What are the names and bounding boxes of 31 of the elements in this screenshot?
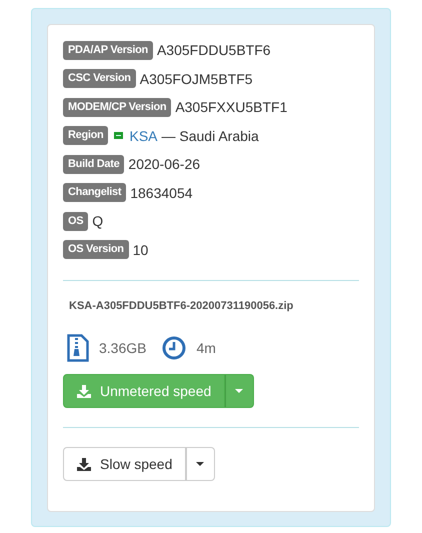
field-value: 10 bbox=[132, 242, 148, 258]
file-size: 3.36GB bbox=[99, 340, 146, 356]
field-label: Changelist bbox=[63, 183, 126, 202]
field-value: A305FXXU5BTF1 bbox=[175, 99, 288, 116]
field-label: Region bbox=[63, 126, 108, 146]
download-time: 4m bbox=[196, 340, 216, 356]
field-label: Build Date bbox=[63, 154, 124, 174]
field-value: Q bbox=[92, 213, 104, 230]
file-name: KSA-A305FDDU5BTF6-20200731190056.zip bbox=[69, 300, 294, 312]
caret-icon bbox=[196, 462, 204, 466]
region-name: — Saudi Arabia bbox=[162, 128, 259, 144]
field-value: A305FOJM5BTF5 bbox=[140, 70, 253, 87]
dropdown-toggle[interactable] bbox=[225, 374, 254, 408]
dropdown-toggle[interactable] bbox=[186, 447, 216, 481]
field-value: 18634054 bbox=[130, 184, 193, 201]
field-label: OS Version bbox=[63, 240, 129, 260]
field-label: CSC Version bbox=[63, 69, 136, 88]
download-icon bbox=[77, 384, 91, 398]
download-button[interactable]: Slow speed bbox=[63, 447, 186, 481]
caret-icon bbox=[235, 389, 244, 393]
region-link[interactable]: KSA bbox=[129, 128, 158, 144]
field-label: OS bbox=[63, 212, 88, 231]
field-label: PDA/AP Version bbox=[63, 40, 153, 60]
zip-file-icon bbox=[67, 334, 89, 362]
flag-icon bbox=[114, 132, 124, 140]
field-label: MODEM/CP Version bbox=[63, 98, 172, 117]
field-value: 2020-06-26 bbox=[128, 156, 200, 172]
download-button[interactable]: Unmetered speed bbox=[63, 374, 226, 408]
download-icon bbox=[77, 458, 91, 470]
field-value: A305FDDU5BTF6 bbox=[156, 42, 271, 58]
clock-icon bbox=[162, 336, 186, 360]
